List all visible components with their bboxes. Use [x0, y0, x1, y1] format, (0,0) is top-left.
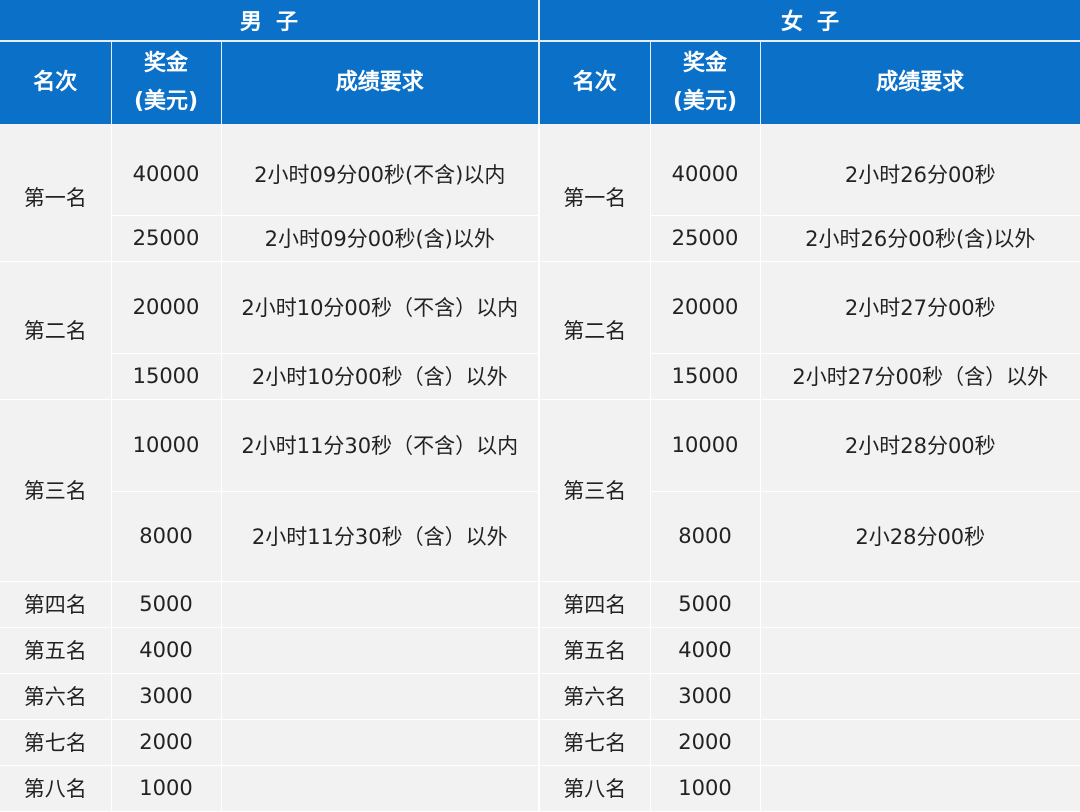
women-rank-cell: 第三名 — [539, 399, 651, 582]
table-row: 第四名 5000 第四名 5000 — [0, 581, 1080, 628]
women-rank-cell: 第一名 — [539, 133, 651, 262]
women-requirement-cell — [760, 719, 1080, 766]
women-requirement-cell — [760, 673, 1080, 720]
column-header-row: 名次 奖金 (美元) 成绩要求 名次 奖金 (美元) 成绩要求 — [0, 41, 1080, 124]
women-prize-cell: 8000 — [650, 491, 761, 582]
men-rank-cell: 第四名 — [0, 581, 112, 628]
men-prize-cell: 2000 — [111, 719, 222, 766]
men-requirement-cell: 2小时10分00秒（不含）以内 — [221, 261, 541, 354]
women-prize-cell: 2000 — [650, 719, 761, 766]
women-prize-cell: 3000 — [650, 673, 761, 720]
men-prize-cell: 1000 — [111, 765, 222, 812]
men-prize-cell: 25000 — [111, 215, 222, 262]
table-row: 第一名 40000 2小时09分00秒(不含)以内 第一名 40000 2小时2… — [0, 133, 1080, 262]
women-group-header: 女子 — [539, 0, 1080, 42]
group-header-row: 男子 女子 — [0, 0, 1080, 42]
men-prize-cell: 3000 — [111, 673, 222, 720]
women-requirement-header: 成绩要求 — [760, 41, 1080, 124]
men-group-header: 男子 — [0, 0, 541, 42]
men-requirement-cell: 2小时11分30秒（不含）以内 — [221, 399, 541, 492]
women-prize-cell: 1000 — [650, 765, 761, 812]
men-rank-cell: 第一名 — [0, 133, 112, 262]
table-row: 第二名 20000 2小时10分00秒（不含）以内 第二名 20000 2小时2… — [0, 261, 1080, 400]
men-requirement-cell: 2小时09分00秒(不含)以内 — [221, 133, 541, 216]
prize-table: 男子 女子 名次 奖金 (美元) 成绩要求 名次 奖金 (美元) 成绩要求 第一名 … — [0, 0, 1080, 812]
women-prize-cell: 10000 — [650, 399, 761, 492]
prize-header-line1: 奖金 — [683, 51, 728, 76]
women-prize-cell: 20000 — [650, 261, 761, 354]
table-row: 第三名 10000 2小时11分30秒（不含）以内 第三名 10000 2小时2… — [0, 399, 1080, 582]
women-requirement-cell: 2小时27分00秒（含）以外 — [760, 353, 1080, 400]
prize-header-line1: 奖金 — [143, 51, 188, 76]
men-rank-cell: 第五名 — [0, 627, 112, 674]
table-row: 第五名 4000 第五名 4000 — [0, 627, 1080, 674]
table-row: 第七名 2000 第七名 2000 — [0, 719, 1080, 766]
men-prize-header: 奖金 (美元) — [111, 41, 222, 124]
women-rank-cell: 第八名 — [539, 765, 651, 812]
men-requirement-cell — [221, 673, 541, 720]
women-prize-cell: 15000 — [650, 353, 761, 400]
women-requirement-cell: 2小时28分00秒 — [760, 399, 1080, 492]
men-prize-cell: 20000 — [111, 261, 222, 354]
men-rank-cell: 第七名 — [0, 719, 112, 766]
men-prize-cell: 15000 — [111, 353, 222, 400]
women-rank-header: 名次 — [539, 41, 651, 124]
men-prize-cell: 40000 — [111, 133, 222, 216]
men-requirement-cell — [221, 719, 541, 766]
women-requirement-cell: 2小时26分00秒 — [760, 133, 1080, 216]
women-requirement-cell — [760, 765, 1080, 812]
women-rank-cell: 第四名 — [539, 581, 651, 628]
women-prize-cell: 25000 — [650, 215, 761, 262]
men-rank-cell: 第二名 — [0, 261, 112, 400]
men-requirement-cell: 2小时09分00秒(含)以外 — [221, 215, 541, 262]
women-prize-header: 奖金 (美元) — [650, 41, 761, 124]
women-requirement-cell — [760, 627, 1080, 674]
table-row: 第八名 1000 第八名 1000 — [0, 765, 1080, 812]
women-prize-cell: 40000 — [650, 133, 761, 216]
men-prize-cell: 10000 — [111, 399, 222, 492]
men-rank-cell: 第八名 — [0, 765, 112, 812]
men-rank-cell: 第三名 — [0, 399, 112, 582]
men-requirement-cell: 2小时10分00秒（含）以外 — [221, 353, 541, 400]
women-requirement-cell — [760, 581, 1080, 628]
men-requirement-cell — [221, 627, 541, 674]
women-requirement-cell: 2小时26分00秒(含)以外 — [760, 215, 1080, 262]
prize-header-line2: (美元) — [672, 89, 738, 114]
men-rank-cell: 第六名 — [0, 673, 112, 720]
women-rank-cell: 第七名 — [539, 719, 651, 766]
men-requirement-cell — [221, 765, 541, 812]
women-rank-cell: 第六名 — [539, 673, 651, 720]
women-prize-cell: 5000 — [650, 581, 761, 628]
women-requirement-cell: 2小28分00秒 — [760, 491, 1080, 582]
men-requirement-cell: 2小时11分30秒（含）以外 — [221, 491, 541, 582]
prize-header-line2: (美元) — [133, 89, 199, 114]
men-prize-cell: 5000 — [111, 581, 222, 628]
men-requirement-cell — [221, 581, 541, 628]
women-prize-cell: 4000 — [650, 627, 761, 674]
men-rank-header: 名次 — [0, 41, 112, 124]
men-requirement-header: 成绩要求 — [221, 41, 541, 124]
women-rank-cell: 第二名 — [539, 261, 651, 400]
men-prize-cell: 8000 — [111, 491, 222, 582]
women-rank-cell: 第五名 — [539, 627, 651, 674]
spacer-row — [0, 124, 1080, 133]
women-requirement-cell: 2小时27分00秒 — [760, 261, 1080, 354]
men-prize-cell: 4000 — [111, 627, 222, 674]
table-row: 第六名 3000 第六名 3000 — [0, 673, 1080, 720]
